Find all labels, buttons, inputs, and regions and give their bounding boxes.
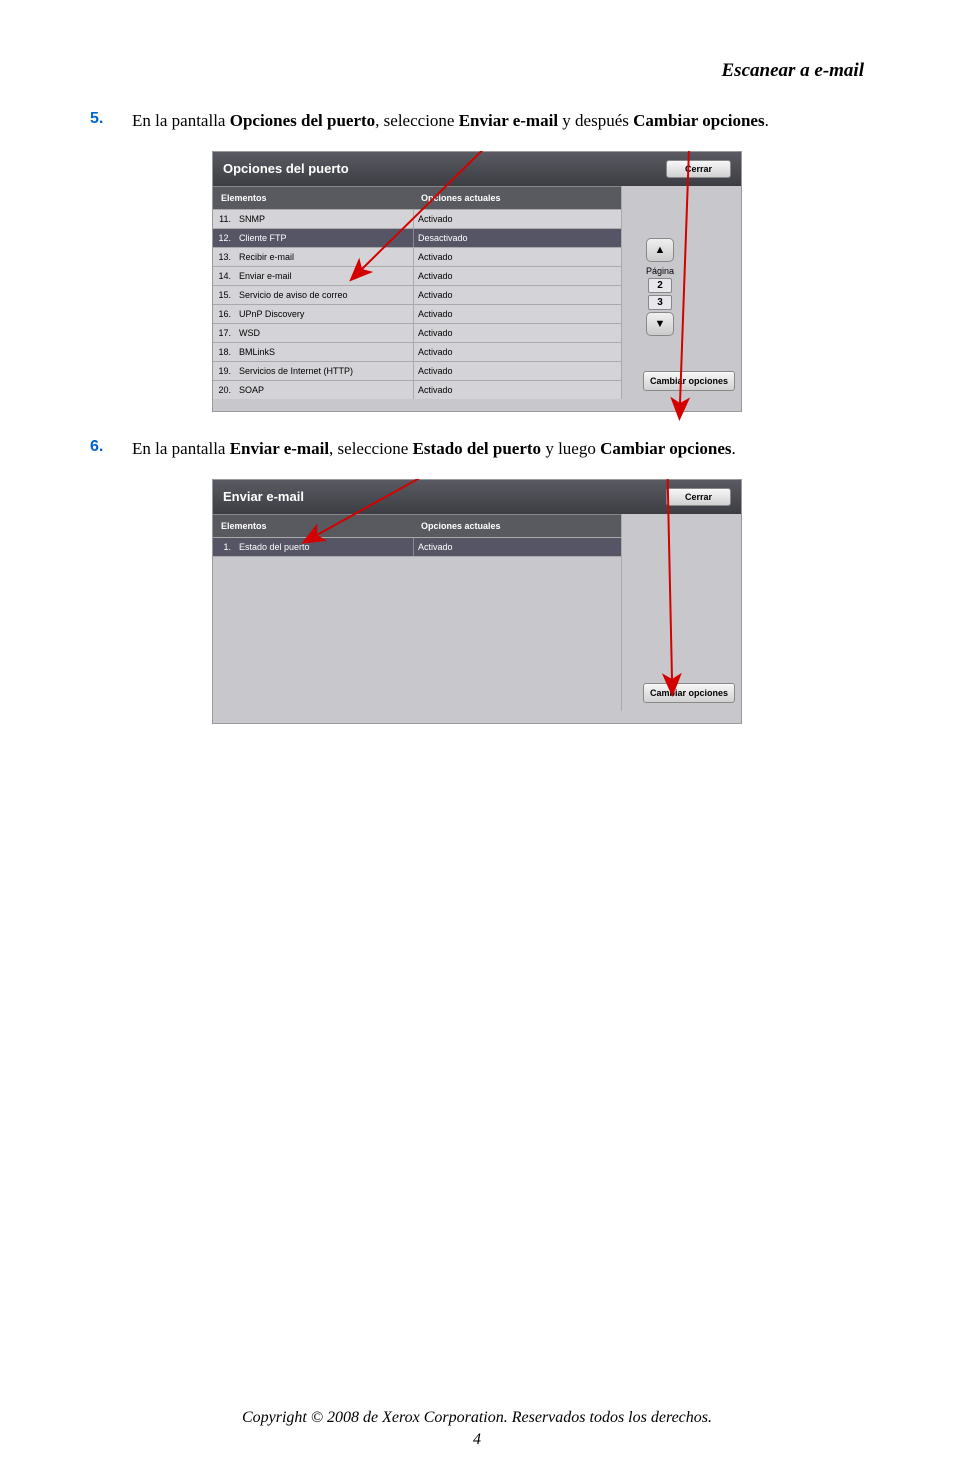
row-val: Desactivado — [413, 229, 621, 247]
row-val: Activado — [413, 248, 621, 266]
page-up-button[interactable]: ▲ — [646, 238, 674, 262]
row-val: Activado — [413, 286, 621, 304]
row-num: 13. — [213, 248, 235, 266]
step-number: 5. — [90, 110, 114, 133]
dialog-title: Opciones del puerto — [223, 161, 349, 176]
row-name: BMLinkS — [235, 343, 413, 361]
row-val: Activado — [413, 267, 621, 285]
col-elementos: Elementos — [213, 187, 413, 209]
col-elementos: Elementos — [213, 515, 413, 537]
b: Enviar e-mail — [230, 439, 329, 458]
b: Opciones del puerto — [230, 111, 375, 130]
dialog-title: Enviar e-mail — [223, 489, 304, 504]
row-num: 15. — [213, 286, 235, 304]
screenshot-opciones-puerto: Opciones del puerto Cerrar Elementos Opc… — [212, 151, 742, 412]
row-name: WSD — [235, 324, 413, 342]
row-num: 19. — [213, 362, 235, 380]
row-num: 12. — [213, 229, 235, 247]
t: y luego — [541, 439, 600, 458]
table-row[interactable]: 16.UPnP DiscoveryActivado — [213, 304, 621, 323]
b: Enviar e-mail — [459, 111, 558, 130]
table-row[interactable]: 11.SNMPActivado — [213, 209, 621, 228]
t: y después — [558, 111, 633, 130]
step-text: En la pantalla Enviar e-mail, seleccione… — [132, 438, 736, 461]
step-6: 6. En la pantalla Enviar e-mail, selecci… — [90, 438, 864, 461]
cambiar-opciones-button[interactable]: Cambiar opciones — [643, 683, 735, 703]
b: Estado del puerto — [413, 439, 541, 458]
page-header: Escanear a e-mail — [90, 60, 864, 82]
row-name: Enviar e-mail — [235, 267, 413, 285]
row-num: 14. — [213, 267, 235, 285]
dialog-titlebar: Opciones del puerto Cerrar — [213, 152, 741, 186]
row-num: 20. — [213, 381, 235, 399]
page-number: 4 — [0, 1431, 954, 1449]
page-current: 2 — [648, 278, 672, 293]
row-name: Servicio de aviso de correo — [235, 286, 413, 304]
page-down-button[interactable]: ▼ — [646, 312, 674, 336]
row-val: Activado — [413, 343, 621, 361]
dialog-titlebar: Enviar e-mail Cerrar — [213, 480, 741, 514]
row-num: 11. — [213, 210, 235, 228]
col-opciones: Opciones actuales — [413, 515, 621, 537]
row-val: Activado — [413, 305, 621, 323]
row-val: Activado — [413, 381, 621, 399]
table-row[interactable]: 18.BMLinkSActivado — [213, 342, 621, 361]
row-name: Recibir e-mail — [235, 248, 413, 266]
table-row[interactable]: 14.Enviar e-mailActivado — [213, 266, 621, 285]
row-num: 1. — [213, 538, 235, 556]
row-num: 16. — [213, 305, 235, 323]
row-name: Servicios de Internet (HTTP) — [235, 362, 413, 380]
row-name: UPnP Discovery — [235, 305, 413, 323]
copyright-footer: Copyright © 2008 de Xerox Corporation. R… — [0, 1409, 954, 1427]
t: En la pantalla — [132, 111, 230, 130]
row-name: SNMP — [235, 210, 413, 228]
table-row[interactable]: 17.WSDActivado — [213, 323, 621, 342]
table-row[interactable]: 15.Servicio de aviso de correoActivado — [213, 285, 621, 304]
t: . — [732, 439, 736, 458]
empty-area — [213, 556, 621, 711]
close-button[interactable]: Cerrar — [666, 488, 731, 506]
row-num: 17. — [213, 324, 235, 342]
row-val: Activado — [413, 324, 621, 342]
row-num: 18. — [213, 343, 235, 361]
table-row[interactable]: 20.SOAPActivado — [213, 380, 621, 399]
table-header: Elementos Opciones actuales — [213, 186, 621, 209]
step-number: 6. — [90, 438, 114, 461]
row-name: SOAP — [235, 381, 413, 399]
table-row[interactable]: 13.Recibir e-mailActivado — [213, 247, 621, 266]
b: Cambiar opciones — [633, 111, 764, 130]
page-label: Página — [642, 266, 678, 276]
t: , seleccione — [329, 439, 413, 458]
t: En la pantalla — [132, 439, 230, 458]
row-val: Activado — [413, 362, 621, 380]
table-row[interactable]: 19.Servicios de Internet (HTTP)Activado — [213, 361, 621, 380]
row-val: Activado — [413, 210, 621, 228]
table-row[interactable]: 12.Cliente FTPDesactivado — [213, 228, 621, 247]
step-5: 5. En la pantalla Opciones del puerto, s… — [90, 110, 864, 133]
t: , seleccione — [375, 111, 459, 130]
table-row[interactable]: 1. Estado del puerto Activado — [213, 537, 621, 556]
t: . — [765, 111, 769, 130]
step-text: En la pantalla Opciones del puerto, sele… — [132, 110, 769, 133]
row-name: Cliente FTP — [235, 229, 413, 247]
pager: ▲ Página 2 3 ▼ — [642, 238, 678, 340]
col-opciones: Opciones actuales — [413, 187, 621, 209]
row-name: Estado del puerto — [235, 538, 413, 556]
b: Cambiar opciones — [600, 439, 731, 458]
close-button[interactable]: Cerrar — [666, 160, 731, 178]
screenshot-enviar-email: Enviar e-mail Cerrar Elementos Opciones … — [212, 479, 742, 724]
page-total: 3 — [648, 295, 672, 310]
row-val: Activado — [413, 538, 621, 556]
cambiar-opciones-button[interactable]: Cambiar opciones — [643, 371, 735, 391]
table-header: Elementos Opciones actuales — [213, 514, 621, 537]
